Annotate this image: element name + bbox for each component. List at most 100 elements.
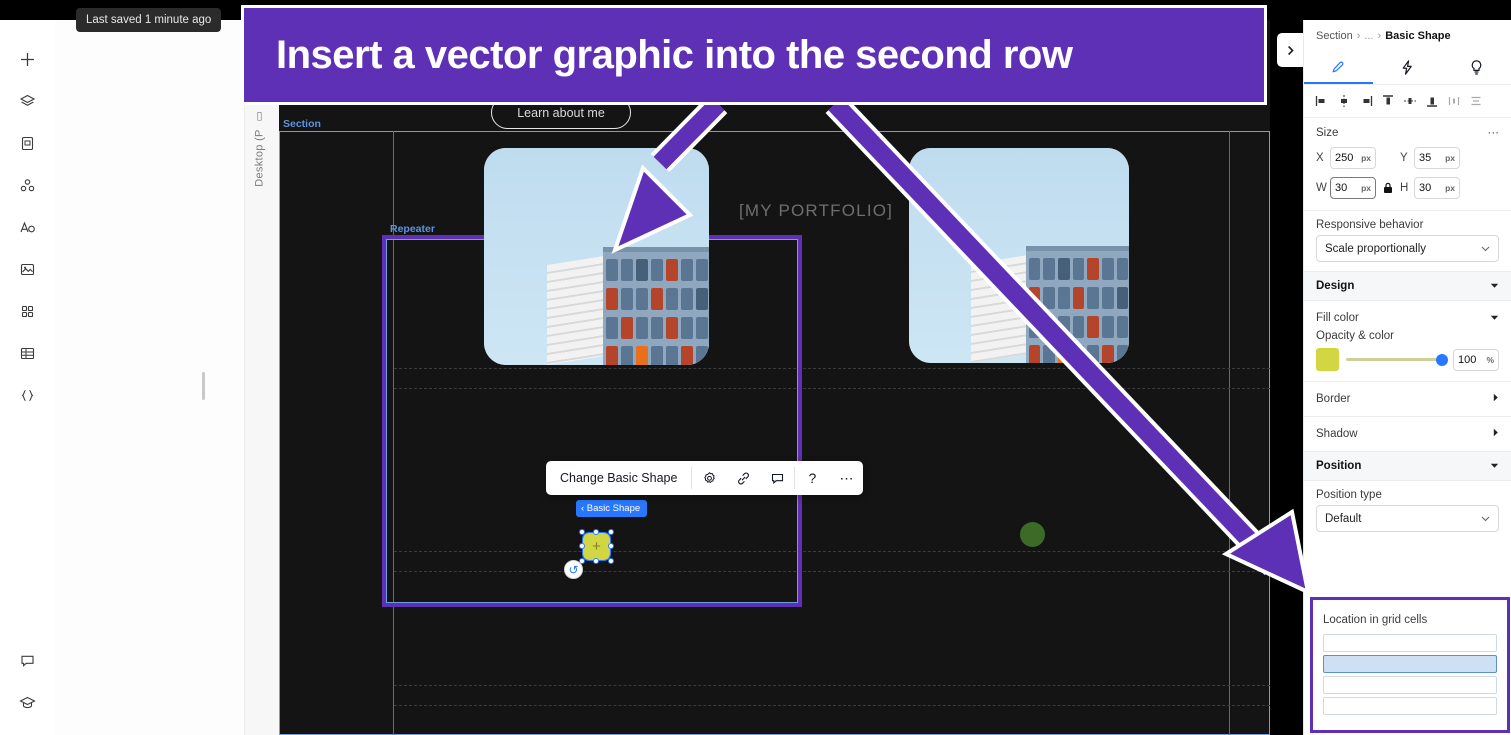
border-row[interactable]: Border <box>1304 381 1511 416</box>
y-unit: px <box>1445 153 1455 163</box>
shadow-row[interactable]: Shadow <box>1304 416 1511 451</box>
comment-icon[interactable] <box>11 643 45 677</box>
resize-handle-se[interactable] <box>608 558 614 564</box>
second-row-vector-shape[interactable] <box>1020 522 1045 547</box>
design-section-title: Design <box>1316 280 1355 292</box>
opacity-control-row: 100 % <box>1304 346 1511 381</box>
link-icon[interactable] <box>726 461 760 495</box>
sections-icon[interactable] <box>11 294 45 328</box>
breadcrumb-current: Basic Shape <box>1385 30 1451 42</box>
distribute-horizontal-icon[interactable] <box>1444 91 1464 111</box>
location-in-grid-cells-label: Location in grid cells <box>1323 614 1428 626</box>
border-label: Border <box>1316 393 1351 405</box>
resize-handle-e[interactable] <box>608 543 614 549</box>
table-icon[interactable] <box>11 336 45 370</box>
h-label: H <box>1400 182 1409 194</box>
grid-cell-row-2[interactable] <box>1323 655 1497 673</box>
tab-tips[interactable] <box>1442 50 1511 84</box>
grid-cell-row-1[interactable] <box>1323 634 1497 652</box>
learn-graduation-cap-icon[interactable] <box>11 685 45 719</box>
fill-color-label: Fill color <box>1316 312 1359 324</box>
tab-interactions[interactable] <box>1373 50 1442 84</box>
resize-handle-w[interactable] <box>579 543 585 549</box>
page-icon[interactable] <box>11 126 45 160</box>
chevron-right-icon <box>1493 393 1499 405</box>
tab-design[interactable] <box>1304 50 1373 84</box>
change-basic-shape-button[interactable]: Change Basic Shape <box>546 471 691 485</box>
w-value: 30 <box>1335 182 1348 194</box>
h-value: 30 <box>1419 182 1432 194</box>
chevron-down-icon <box>1481 513 1490 525</box>
w-unit: px <box>1361 183 1371 193</box>
align-top-icon[interactable] <box>1378 91 1398 111</box>
aspect-ratio-lock-icon[interactable] <box>1381 182 1395 194</box>
grid-cell-row-4[interactable] <box>1323 697 1497 715</box>
canvas-stage[interactable]: Desktop (P ▯ Learn about me Section [MY … <box>245 20 1270 735</box>
breadcrumb-ellipsis[interactable]: ... <box>1364 30 1373 42</box>
rotate-reset-icon[interactable]: ↺ <box>564 560 583 579</box>
align-right-icon[interactable] <box>1356 91 1376 111</box>
chevron-down-icon <box>1490 312 1499 324</box>
selected-element-breadcrumb-chip[interactable]: ‹ Basic Shape <box>576 500 648 517</box>
instruction-text: Insert a vector graphic into the second … <box>276 32 1073 77</box>
align-bottom-icon[interactable] <box>1422 91 1442 111</box>
shadow-label: Shadow <box>1316 428 1358 440</box>
portfolio-image-right[interactable] <box>909 148 1129 363</box>
panel-resize-handle[interactable] <box>202 372 205 400</box>
fill-color-row[interactable]: Fill color <box>1304 301 1511 328</box>
resize-handle-n[interactable] <box>593 529 599 535</box>
apps-icon[interactable] <box>11 168 45 202</box>
more-options-icon[interactable]: ⋯ <box>829 461 863 495</box>
position-section-title: Position <box>1316 460 1362 472</box>
position-type-select[interactable]: Default <box>1316 505 1499 532</box>
text-icon[interactable] <box>11 210 45 244</box>
chevron-right-icon <box>1493 428 1499 440</box>
breadcrumb[interactable]: Section › ... › Basic Shape <box>1304 20 1511 50</box>
breadcrumb-root[interactable]: Section <box>1316 30 1353 42</box>
opacity-color-label: Opacity & color <box>1316 330 1394 342</box>
page-canvas[interactable]: Learn about me Section [MY PORTFOLIO] Re… <box>279 20 1270 735</box>
align-middle-vertical-icon[interactable] <box>1400 91 1420 111</box>
media-icon[interactable] <box>11 252 45 286</box>
opacity-slider[interactable] <box>1346 353 1448 366</box>
inspector-panel: Section › ... › Basic Shape Size ··· X 2… <box>1303 20 1511 735</box>
fill-color-swatch[interactable] <box>1316 348 1339 371</box>
align-left-icon[interactable] <box>1312 91 1332 111</box>
add-icon[interactable] <box>11 42 45 76</box>
help-icon[interactable]: ? <box>795 461 829 495</box>
portfolio-image-left[interactable] <box>484 148 709 365</box>
blue-building <box>603 252 709 365</box>
location-in-grid-cells-panel[interactable]: Location in grid cells <box>1310 597 1510 733</box>
h-unit: px <box>1445 183 1455 193</box>
layers-icon[interactable] <box>11 84 45 118</box>
last-saved-toast: Last saved 1 minute ago <box>76 8 222 32</box>
grid-cell-row-3[interactable] <box>1323 676 1497 694</box>
y-input[interactable]: 35 px <box>1414 147 1460 169</box>
design-section-header[interactable]: Design <box>1304 271 1511 301</box>
align-center-horizontal-icon[interactable] <box>1334 91 1354 111</box>
comment-icon[interactable] <box>760 461 794 495</box>
settings-gear-icon[interactable] <box>692 461 726 495</box>
expand-panel-chevron-icon[interactable] <box>1277 33 1303 67</box>
code-icon[interactable] <box>11 378 45 412</box>
blue-building <box>1025 251 1129 363</box>
size-section-title: Size <box>1316 127 1339 139</box>
resize-handle-s[interactable] <box>593 558 599 564</box>
size-more-options-icon[interactable]: ··· <box>1488 127 1500 139</box>
y-label: Y <box>1400 152 1408 164</box>
opacity-input[interactable]: 100 % <box>1453 348 1499 371</box>
resize-handle-ne[interactable] <box>608 529 614 535</box>
chevron-down-icon <box>1481 243 1490 255</box>
desktop-monitor-icon: ▯ <box>254 110 266 124</box>
distribute-vertical-icon[interactable] <box>1466 91 1486 111</box>
opacity-slider-knob[interactable] <box>1436 353 1448 366</box>
w-input[interactable]: 30 px <box>1330 177 1376 199</box>
x-input[interactable]: 250 px <box>1330 147 1376 169</box>
responsive-behavior-select[interactable]: Scale proportionally <box>1316 235 1499 262</box>
resize-handle-nw[interactable] <box>579 529 585 535</box>
selected-basic-shape[interactable]: + <box>579 529 614 564</box>
h-input[interactable]: 30 px <box>1414 177 1460 199</box>
element-floating-toolbar[interactable]: Change Basic Shape ? ⋯ <box>546 461 864 495</box>
y-value: 35 <box>1419 152 1432 164</box>
position-section-header[interactable]: Position <box>1304 451 1511 481</box>
